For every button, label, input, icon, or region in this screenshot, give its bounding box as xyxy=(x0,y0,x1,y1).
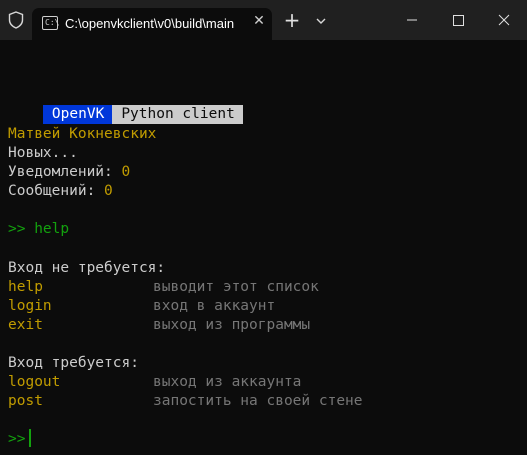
badge-python-client: Python client xyxy=(112,105,243,124)
close-tab-icon[interactable]: ✕ xyxy=(250,12,268,30)
messages-line: Сообщений: 0 xyxy=(8,182,113,201)
command-description: выводит этот список xyxy=(153,279,319,295)
new-tab-button[interactable]: + xyxy=(282,10,302,30)
badge-openvk: OpenVK xyxy=(42,105,113,124)
command-row: login вход в аккаунт xyxy=(8,297,275,316)
command-description: выход из программы xyxy=(153,317,311,333)
command-description: вход в аккаунт xyxy=(153,298,276,314)
command-description: выход из аккаунта xyxy=(153,374,302,390)
no-auth-header: Вход не требуется: xyxy=(8,260,166,276)
notifications-line: Уведомлений: 0 xyxy=(8,163,130,182)
input-prompt-symbol: >> xyxy=(8,431,26,447)
command-row: post запостить на своей стене xyxy=(8,392,363,411)
shield-icon xyxy=(8,11,24,29)
prompt-symbol: >> xyxy=(8,221,26,237)
command-name: help xyxy=(8,279,43,295)
prompt-line: >> help xyxy=(8,220,69,239)
command-row: logout выход из аккаунта xyxy=(8,373,301,392)
terminal-tab[interactable]: C:\ C:\openvkclient\v0\build\main ✕ xyxy=(32,8,272,40)
notifications-count: 0 xyxy=(121,164,131,180)
terminal-output[interactable]: OpenVK Python client Матвей Кокневских Но… xyxy=(8,40,523,455)
prompt-command: help xyxy=(34,221,70,237)
command-description: запостить на своей стене xyxy=(153,393,363,409)
command-name: login xyxy=(8,298,52,314)
command-name: post xyxy=(8,393,43,409)
profile-name: Матвей Кокневских xyxy=(8,126,157,142)
chevron-down-icon[interactable] xyxy=(312,12,330,30)
command-name: exit xyxy=(8,317,43,333)
messages-label: Сообщений: xyxy=(8,183,105,199)
command-row: exit выход из программы xyxy=(8,316,310,335)
auth-header: Вход требуется: xyxy=(8,355,139,371)
terminal-icon: C:\ xyxy=(42,16,59,30)
messages-count: 0 xyxy=(104,183,113,199)
command-name: logout xyxy=(8,374,61,390)
tab-title: C:\openvkclient\v0\build\main xyxy=(65,16,235,31)
app-badge: OpenVK Python client xyxy=(8,86,243,124)
command-row: help выводит этот список xyxy=(8,278,319,297)
profile-status: Новых... xyxy=(8,145,78,161)
close-window-button[interactable] xyxy=(481,0,527,40)
maximize-button[interactable] xyxy=(435,0,481,40)
text-cursor xyxy=(29,429,32,447)
title-bar: C:\ C:\openvkclient\v0\build\main ✕ + xyxy=(0,0,527,40)
minimize-button[interactable] xyxy=(389,0,435,40)
input-line[interactable]: >> xyxy=(8,429,32,448)
notifications-label: Уведомлений: xyxy=(8,164,122,180)
